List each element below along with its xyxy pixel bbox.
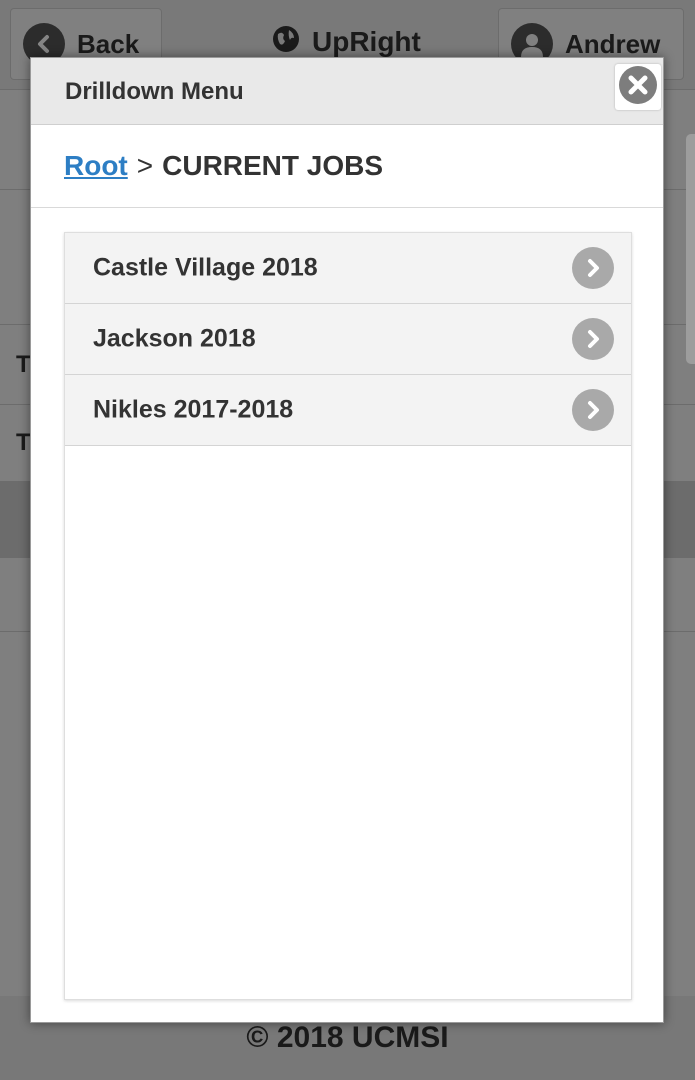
list-item-nikles-2017-2018[interactable]: Nikles 2017-2018: [65, 375, 631, 446]
breadcrumb-current: CURRENT JOBS: [162, 150, 384, 181]
drilldown-list: Castle Village 2018 Jackson 2018 Nikles …: [64, 232, 632, 1000]
drilldown-modal: Drilldown Menu Root > CURRENT JOBS Castl…: [30, 57, 664, 1023]
modal-header: Drilldown Menu: [31, 58, 663, 125]
close-icon: [618, 65, 658, 110]
close-button[interactable]: [615, 64, 661, 110]
list-item-label: Castle Village 2018: [93, 253, 318, 282]
breadcrumb: Root > CURRENT JOBS: [31, 125, 663, 208]
chevron-right-icon[interactable]: [572, 247, 614, 289]
breadcrumb-root-link[interactable]: Root: [64, 150, 128, 182]
background-scrollbar: [686, 134, 695, 364]
chevron-right-icon[interactable]: [572, 389, 614, 431]
list-item-label: Nikles 2017-2018: [93, 395, 294, 424]
list-item-jackson-2018[interactable]: Jackson 2018: [65, 304, 631, 375]
list-item-label: Jackson 2018: [93, 324, 256, 353]
breadcrumb-separator: >: [136, 150, 154, 181]
modal-title: Drilldown Menu: [65, 78, 244, 105]
list-item-castle-village-2018[interactable]: Castle Village 2018: [65, 233, 631, 304]
chevron-right-icon[interactable]: [572, 318, 614, 360]
